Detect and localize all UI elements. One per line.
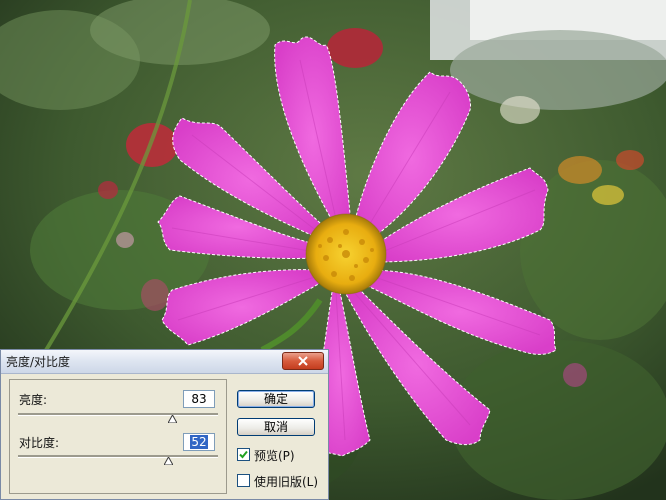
close-icon <box>298 356 308 366</box>
checkmark-icon <box>239 450 248 459</box>
brightness-input[interactable]: 83 <box>183 390 215 408</box>
dialog-titlebar[interactable]: 亮度/对比度 <box>1 350 328 374</box>
slider-thumb-icon[interactable] <box>168 415 177 423</box>
close-button[interactable] <box>282 352 324 370</box>
slider-thumb-icon[interactable] <box>164 457 173 465</box>
contrast-value: 52 <box>190 435 208 449</box>
contrast-label: 对比度: <box>19 436 60 450</box>
brightness-contrast-dialog: 亮度/对比度 亮度: 83 对比度: 52 确定 取消 预览(P) 使用旧版(L… <box>0 349 329 500</box>
adjustment-group: 亮度: 83 对比度: 52 <box>9 379 227 494</box>
dialog-title: 亮度/对比度 <box>6 355 71 369</box>
contrast-input[interactable]: 52 <box>183 433 215 451</box>
legacy-label: 使用旧版(L) <box>254 475 319 489</box>
cancel-button[interactable]: 取消 <box>237 418 315 436</box>
preview-checkbox[interactable] <box>237 448 250 461</box>
preview-label: 预览(P) <box>254 449 295 463</box>
brightness-slider-track[interactable] <box>18 413 218 416</box>
brightness-label: 亮度: <box>19 393 48 407</box>
legacy-checkbox[interactable] <box>237 474 250 487</box>
contrast-slider-track[interactable] <box>18 455 218 458</box>
ok-button[interactable]: 确定 <box>237 390 315 408</box>
